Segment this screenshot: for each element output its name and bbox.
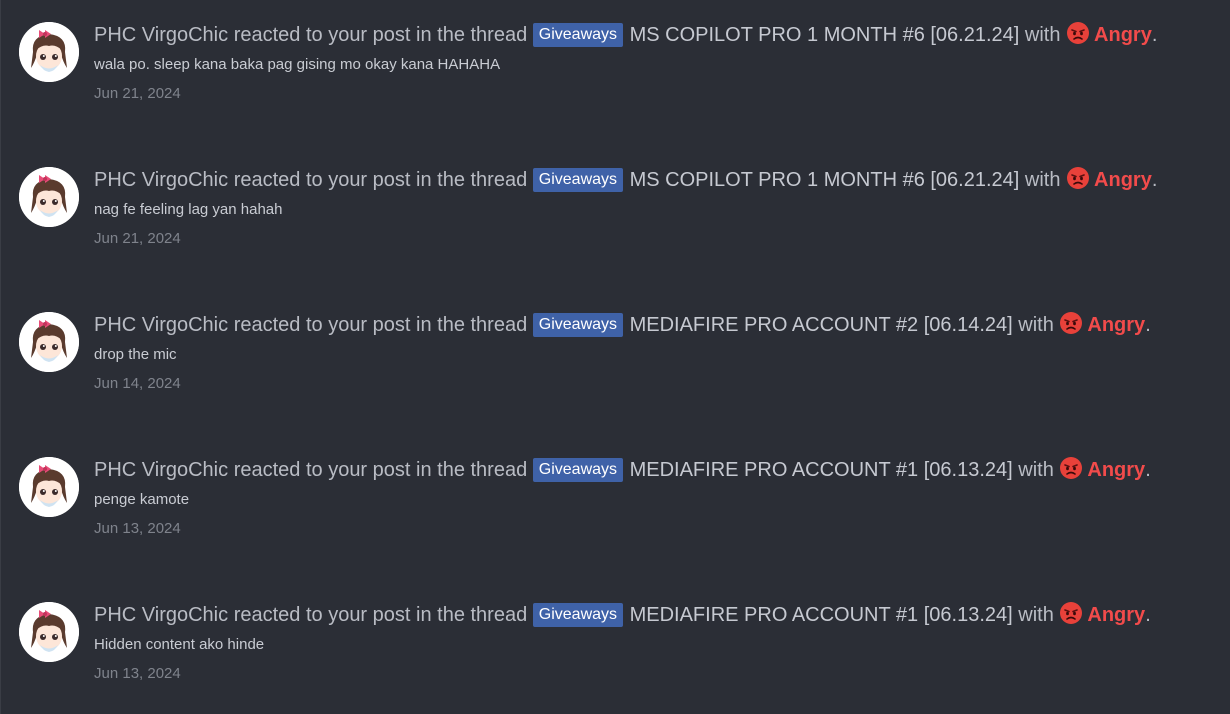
alert-text: PHC VirgoChic reacted to your post in th…	[94, 601, 1151, 628]
avatar-illustration	[19, 457, 79, 517]
prefix-badge[interactable]: Giveaways	[532, 313, 624, 337]
avatar-illustration	[19, 312, 79, 372]
post-snippet[interactable]: nag fe feeling lag yan hahah	[94, 200, 283, 220]
alert-item[interactable]: PHC VirgoChic reacted to your post in th…	[1, 0, 1230, 145]
period: .	[1151, 24, 1158, 46]
period: .	[1145, 314, 1151, 336]
alert-item[interactable]: PHC VirgoChic reacted to your post in th…	[1, 580, 1230, 714]
alert-date: Jun 13, 2024	[94, 665, 181, 682]
angry-face-icon	[1066, 21, 1090, 45]
alert-item[interactable]: PHC VirgoChic reacted to your post in th…	[1, 145, 1230, 290]
alert-item[interactable]: PHC VirgoChic reacted to your post in th…	[1, 290, 1230, 435]
alert-date: Jun 14, 2024	[94, 375, 181, 392]
alert-text: PHC VirgoChic reacted to your post in th…	[94, 456, 1151, 483]
avatar[interactable]	[19, 167, 79, 227]
prefix-badge[interactable]: Giveaways	[532, 168, 624, 192]
alert-text: PHC VirgoChic reacted to your post in th…	[94, 21, 1157, 48]
avatar-illustration	[19, 602, 79, 662]
post-snippet[interactable]: wala po. sleep kana baka pag gising mo o…	[94, 55, 500, 75]
alert-verb: reacted to your post in the thread	[233, 24, 528, 46]
avatar-illustration	[19, 22, 79, 82]
reaction-name: Angry	[1087, 459, 1146, 481]
thread-link[interactable]: MEDIAFIRE PRO ACCOUNT #2 [06.14.24]	[630, 314, 1013, 336]
prefix-badge[interactable]: Giveaways	[532, 23, 624, 47]
alert-text: PHC VirgoChic reacted to your post in th…	[94, 311, 1151, 338]
period: .	[1145, 459, 1151, 481]
angry-face-icon	[1066, 166, 1090, 190]
alert-item[interactable]: PHC VirgoChic reacted to your post in th…	[1, 435, 1230, 580]
actor-link[interactable]: PHC VirgoChic	[94, 604, 228, 626]
angry-face-icon	[1059, 311, 1083, 335]
avatar[interactable]	[19, 312, 79, 372]
alert-date: Jun 21, 2024	[94, 230, 181, 247]
alert-text: PHC VirgoChic reacted to your post in th…	[94, 166, 1157, 193]
avatar[interactable]	[19, 602, 79, 662]
alert-verb: reacted to your post in the thread	[233, 459, 528, 481]
with-text: with	[1018, 314, 1054, 336]
thread-link[interactable]: MS COPILOT PRO 1 MONTH #6 [06.21.24]	[630, 24, 1020, 46]
actor-link[interactable]: PHC VirgoChic	[94, 169, 228, 191]
post-snippet[interactable]: Hidden content ako hinde	[94, 635, 264, 655]
thread-link[interactable]: MEDIAFIRE PRO ACCOUNT #1 [06.13.24]	[630, 459, 1013, 481]
with-text: with	[1024, 169, 1061, 191]
alerts-feed: PHC VirgoChic reacted to your post in th…	[0, 0, 1230, 714]
period: .	[1145, 604, 1151, 626]
actor-link[interactable]: PHC VirgoChic	[94, 314, 228, 336]
reaction-name: Angry	[1087, 604, 1146, 626]
prefix-badge[interactable]: Giveaways	[532, 458, 624, 482]
reaction-name: Angry	[1087, 314, 1146, 336]
post-snippet[interactable]: penge kamote	[94, 490, 189, 510]
thread-link[interactable]: MS COPILOT PRO 1 MONTH #6 [06.21.24]	[630, 169, 1020, 191]
thread-link[interactable]: MEDIAFIRE PRO ACCOUNT #1 [06.13.24]	[630, 604, 1013, 626]
angry-face-icon	[1059, 601, 1083, 625]
avatar[interactable]	[19, 22, 79, 82]
angry-face-icon	[1059, 456, 1083, 480]
period: .	[1151, 169, 1158, 191]
avatar-illustration	[19, 167, 79, 227]
prefix-badge[interactable]: Giveaways	[532, 603, 624, 627]
with-text: with	[1018, 604, 1054, 626]
with-text: with	[1024, 24, 1061, 46]
actor-link[interactable]: PHC VirgoChic	[94, 24, 228, 46]
alert-verb: reacted to your post in the thread	[233, 604, 528, 626]
alert-date: Jun 13, 2024	[94, 520, 181, 537]
avatar[interactable]	[19, 457, 79, 517]
post-snippet[interactable]: drop the mic	[94, 345, 177, 365]
alert-date: Jun 21, 2024	[94, 85, 181, 102]
reaction-name: Angry	[1094, 24, 1152, 46]
alert-verb: reacted to your post in the thread	[233, 169, 528, 191]
with-text: with	[1018, 459, 1054, 481]
alert-verb: reacted to your post in the thread	[233, 314, 528, 336]
actor-link[interactable]: PHC VirgoChic	[94, 459, 228, 481]
reaction-name: Angry	[1094, 169, 1152, 191]
